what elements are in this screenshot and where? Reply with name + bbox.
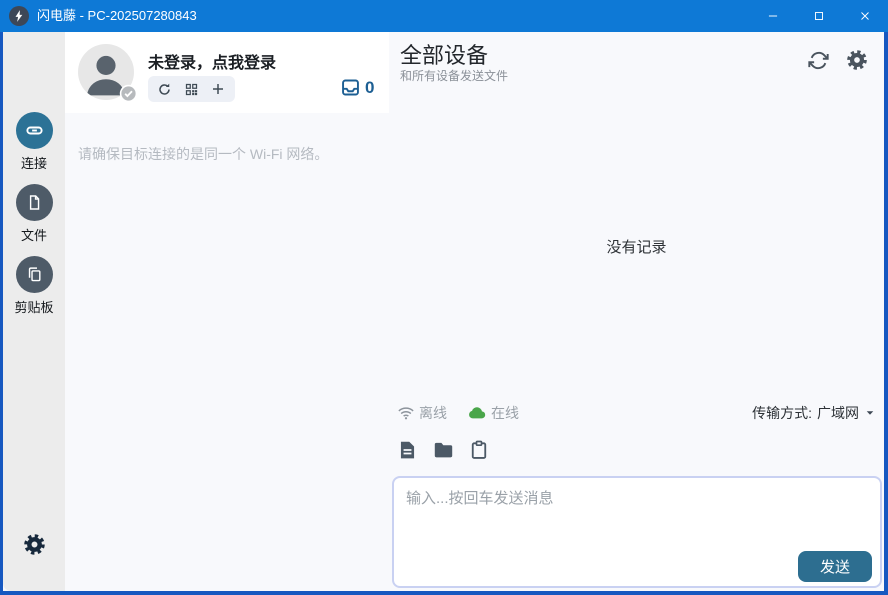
inbox-icon <box>340 77 361 98</box>
send-file-button[interactable] <box>397 439 418 461</box>
app-logo-icon <box>9 6 29 26</box>
file-text-icon <box>397 439 418 461</box>
maximize-button[interactable] <box>796 0 842 32</box>
profile-actions <box>148 76 235 102</box>
page-subtitle: 和所有设备发送文件 <box>400 67 508 84</box>
close-button[interactable] <box>842 0 888 32</box>
status-check-badge <box>119 84 138 103</box>
app-window: 闪电藤 - PC-202507280843 连接 文件 <box>0 0 888 595</box>
chevron-down-icon <box>864 407 876 419</box>
transfer-method-dropdown[interactable]: 传输方式: 广域网 <box>752 403 876 423</box>
clipboard-copy-icon <box>16 256 53 293</box>
lan-status: 离线 <box>397 403 447 423</box>
transfer-label: 传输方式: <box>752 403 812 423</box>
paste-clipboard-button[interactable] <box>469 439 489 461</box>
window-border <box>0 591 888 595</box>
page-title: 全部设备 <box>400 38 488 70</box>
device-settings-button[interactable] <box>846 49 868 71</box>
send-button[interactable]: 发送 <box>798 551 872 582</box>
empty-records-text: 没有记录 <box>389 236 884 257</box>
cloud-status: 在线 <box>467 403 519 423</box>
window-border <box>0 32 3 595</box>
clipboard-icon <box>469 439 489 461</box>
offline-label: 离线 <box>419 403 447 423</box>
add-icon[interactable] <box>210 81 226 97</box>
sidebar-item-label: 文件 <box>3 225 65 244</box>
sidebar: 连接 文件 剪贴板 <box>3 32 65 591</box>
folder-icon <box>432 439 455 461</box>
minimize-button[interactable] <box>750 0 796 32</box>
sidebar-item-clipboard[interactable]: 剪贴板 <box>3 256 65 316</box>
sidebar-item-label: 连接 <box>3 153 65 172</box>
sidebar-item-connect[interactable]: 连接 <box>3 112 65 172</box>
link-icon <box>16 112 53 149</box>
sidebar-item-label: 剪贴板 <box>3 297 65 316</box>
online-label: 在线 <box>491 403 519 423</box>
wifi-icon <box>397 404 415 422</box>
qrcode-icon[interactable] <box>184 82 199 97</box>
title-bar: 闪电藤 - PC-202507280843 <box>0 0 888 32</box>
sync-button[interactable] <box>808 50 829 71</box>
gear-icon <box>23 533 46 556</box>
transfer-value: 广域网 <box>817 403 859 423</box>
window-title: 闪电藤 - PC-202507280843 <box>37 0 197 32</box>
sync-icon <box>808 50 829 71</box>
attach-toolbar <box>397 439 489 461</box>
login-prompt[interactable]: 未登录，点我登录 <box>148 49 276 73</box>
file-icon <box>16 184 53 221</box>
send-folder-button[interactable] <box>432 439 455 461</box>
settings-button[interactable] <box>3 533 65 556</box>
status-row: 离线 在线 <box>397 403 519 423</box>
sidebar-item-files[interactable]: 文件 <box>3 184 65 244</box>
cloud-icon <box>467 403 487 423</box>
profile-card: 未登录，点我登录 0 <box>65 32 389 113</box>
wifi-hint-text: 请确保目标连接的是同一个 Wi-Fi 网络。 <box>78 144 378 164</box>
window-border <box>884 32 888 595</box>
message-composer: 发送 <box>392 476 882 588</box>
refresh-icon[interactable] <box>157 82 172 97</box>
received-counter[interactable]: 0 <box>340 77 374 98</box>
gear-icon <box>846 49 868 71</box>
received-count: 0 <box>365 78 374 98</box>
